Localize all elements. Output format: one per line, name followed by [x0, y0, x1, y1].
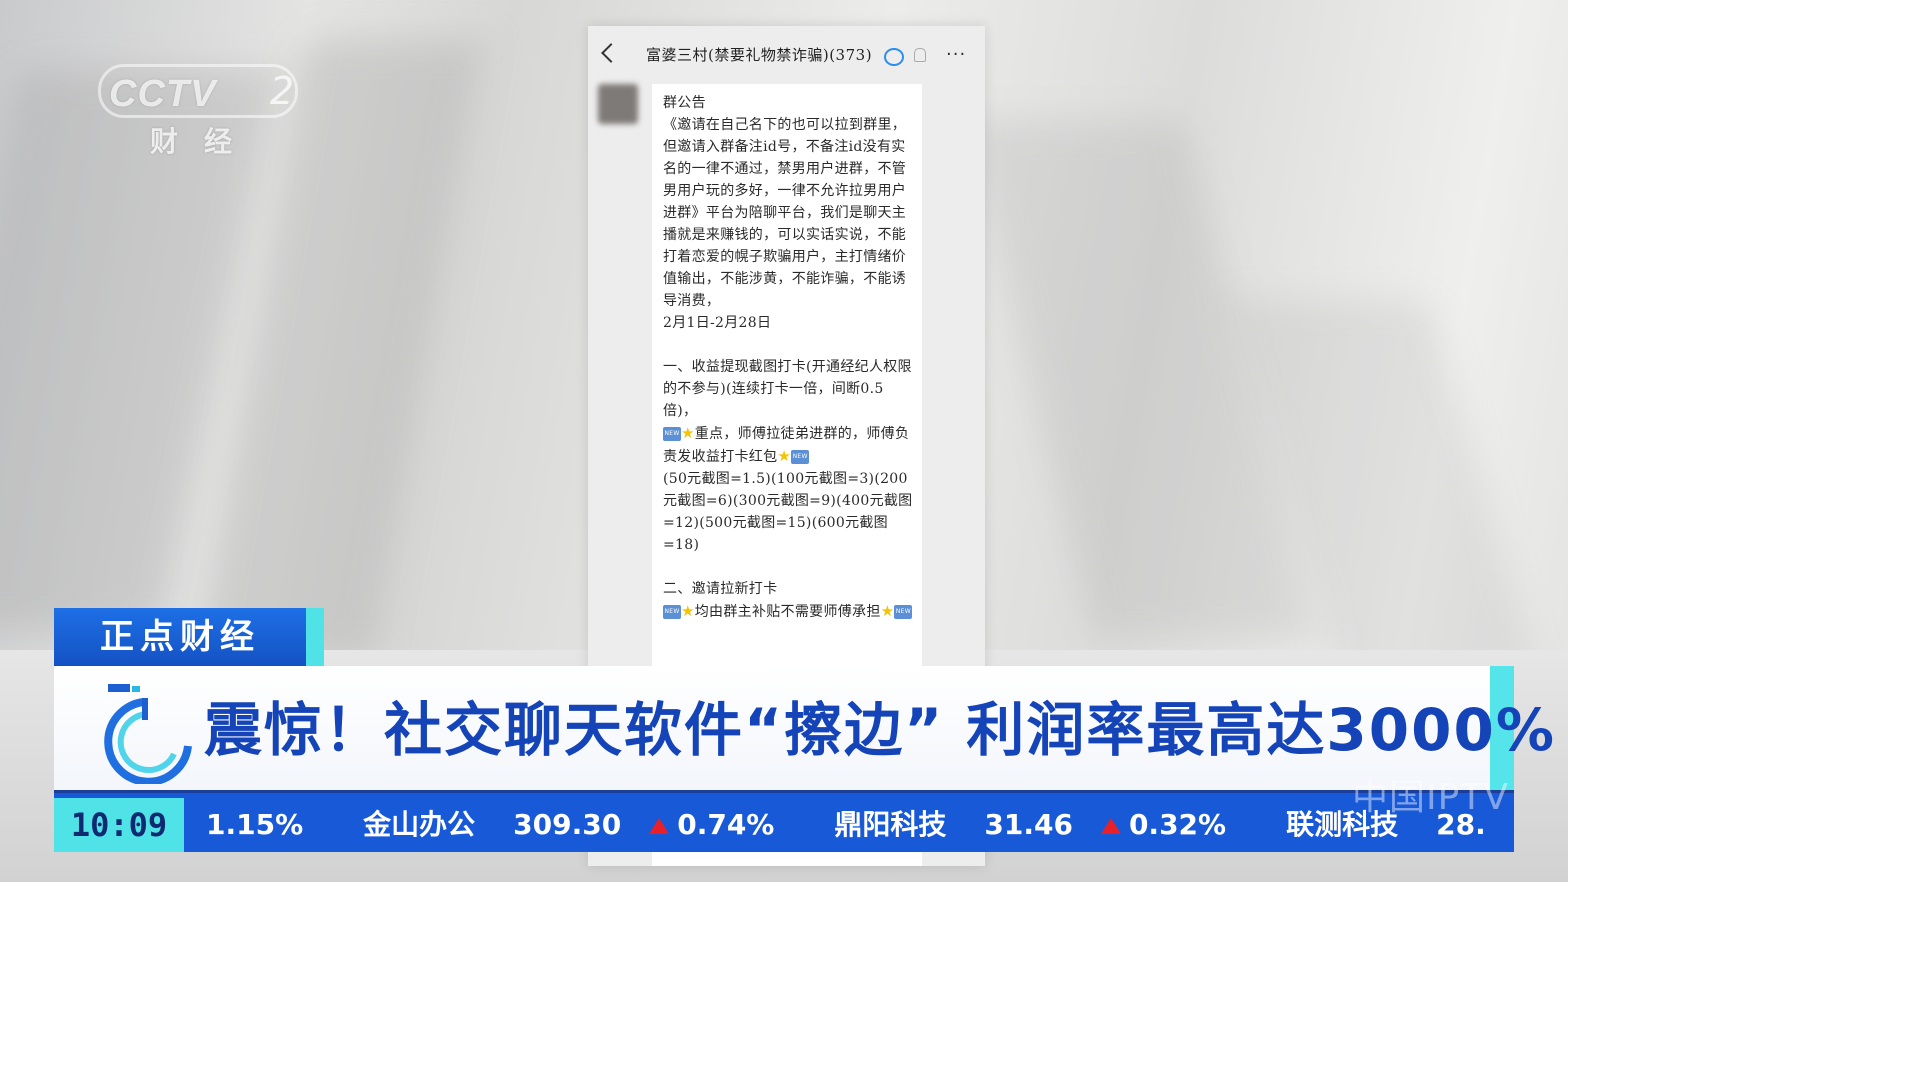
- section-2-title: 二、邀请拉新打卡: [663, 581, 778, 597]
- video-frame: CCTV 2 财经 富婆三村(禁要礼物禁诈骗)(373) ··· 群公告 《邀请…: [0, 0, 1568, 882]
- new-badge-icon: NEW: [791, 450, 810, 464]
- ticker-item: 309.30: [513, 798, 621, 852]
- ticker-item-text: 1.15%: [206, 808, 304, 841]
- ticker-item-text: 31.46: [984, 808, 1073, 841]
- ticker-item: 0.74%: [649, 798, 774, 852]
- up-arrow-icon: [649, 818, 670, 834]
- star-icon: ★: [681, 424, 695, 442]
- up-arrow-icon: [1100, 818, 1121, 834]
- ticker-item: 0.32%: [1100, 798, 1227, 852]
- cctv2-logo: CCTV 2 财经: [98, 64, 302, 158]
- program-name-tag: 正点财经: [54, 608, 306, 666]
- section-1-rates: (50元截图=1.5)(100元截图=3)(200元截图=6)(300元截图=9…: [663, 471, 913, 553]
- ticker-item: 鼎阳科技: [834, 798, 946, 852]
- clock: 10:09: [54, 798, 184, 852]
- cctv-logo-sub: 财经: [150, 125, 259, 158]
- new-badge-icon: NEW: [663, 605, 681, 619]
- announcement-heading: 群公告: [663, 95, 706, 111]
- announcement-dates: 2月1日-2月28日: [663, 315, 772, 331]
- cctv-logo-number: 2: [269, 69, 294, 113]
- section-1-note-line: NEW★重点，师傅拉徒弟进群的，师傅负责发收益打卡红包★NEW: [663, 422, 914, 468]
- back-icon[interactable]: [601, 43, 621, 63]
- new-badge-icon: NEW: [663, 427, 681, 441]
- star-icon: ★: [681, 602, 695, 620]
- announcement-body: 《邀请在自己名下的也可以拉到群里，但邀请入群备注id号，不备注id没有实名的一律…: [663, 117, 907, 309]
- group-chat-icon: [884, 48, 904, 66]
- star-icon: ★: [777, 447, 792, 465]
- section-2-note: 均由群主补贴不需要师傅承担: [694, 604, 881, 620]
- headline-text: 震惊！社交聊天软件“擦边” 利润率最高达3000%: [204, 696, 1556, 764]
- ticker-items: 1.15% 金山办公 309.30 0.74% 鼎阳科技 31.46 0.32% 联测科技 28…: [206, 798, 1486, 852]
- mute-bell-icon: [914, 48, 926, 62]
- program-tag-accent: [306, 608, 324, 666]
- new-badge-icon: NEW: [894, 605, 913, 619]
- iptv-watermark: 中国IPTV: [1352, 777, 1509, 818]
- ticker-item-text: 0.32%: [1128, 808, 1227, 841]
- section-1-title: 一、收益提现截图打卡(开通经纪人权限的不参与)(连续打卡一倍，间断0.5倍)，: [663, 359, 912, 419]
- ticker-item-text: 0.74%: [677, 808, 775, 841]
- ticker-item-text: 309.30: [513, 808, 622, 841]
- ticker-item: 1.15%: [206, 798, 303, 852]
- more-options-icon[interactable]: ···: [946, 44, 966, 65]
- cctv-logo-text: CCTV: [98, 64, 298, 118]
- chat-header: 富婆三村(禁要礼物禁诈骗)(373) ···: [588, 26, 985, 84]
- ticker-item: 31.46: [984, 798, 1073, 852]
- ticker-item-text: 鼎阳科技: [834, 808, 947, 841]
- avatar[interactable]: [598, 84, 638, 124]
- ticker-item: 金山办公: [363, 798, 475, 852]
- cctv-finance-ring-icon: [104, 684, 192, 784]
- section-2-note-line: NEW★均由群主补贴不需要师傅承担★NEW: [663, 600, 914, 623]
- ticker-item-text: 金山办公: [363, 808, 476, 841]
- chat-title: 富婆三村(禁要礼物禁诈骗)(373): [646, 46, 873, 64]
- star-icon: ★: [880, 602, 895, 620]
